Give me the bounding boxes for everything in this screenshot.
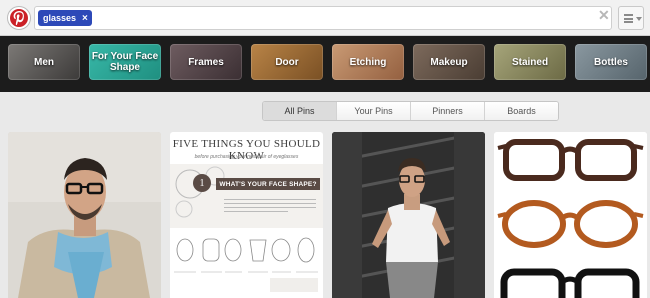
menu-icon — [624, 14, 633, 23]
step-number-badge: 1 — [193, 174, 211, 192]
category-men[interactable]: Men — [8, 44, 80, 80]
pin-eyeglasses[interactable] — [494, 132, 647, 298]
category-frames[interactable]: Frames — [170, 44, 242, 80]
search-token[interactable]: glasses × — [38, 10, 92, 26]
pinterest-logo-icon[interactable] — [8, 7, 30, 29]
search-token-label: glasses — [43, 13, 77, 23]
tab-label: All Pins — [284, 106, 315, 116]
category-label: Frames — [188, 56, 224, 68]
tab-label: Pinners — [432, 106, 463, 116]
category-label: Etching — [349, 56, 387, 68]
category-door[interactable]: Door — [251, 44, 323, 80]
menu-button[interactable] — [618, 6, 644, 30]
top-bar: glasses × ✕ — [0, 0, 650, 36]
face-shapes-diagram — [174, 237, 318, 292]
category-strip: Men For Your Face Shape Frames Door Etch… — [0, 36, 650, 92]
category-bottles[interactable]: Bottles — [575, 44, 647, 80]
pin-image — [8, 132, 161, 298]
category-stained[interactable]: Stained — [494, 44, 566, 80]
category-makeup[interactable]: Makeup — [413, 44, 485, 80]
infographic-subtitle: before purchasing your next pair of eyeg… — [194, 154, 299, 160]
infographic-paragraph — [224, 196, 316, 220]
category-label: Makeup — [430, 56, 468, 68]
pin-man-walking[interactable] — [332, 132, 485, 298]
chevron-down-icon — [636, 17, 642, 21]
category-label: Men — [34, 56, 54, 68]
pin-man-scarf[interactable] — [8, 132, 161, 298]
tab-your-pins[interactable]: Your Pins — [336, 102, 410, 120]
category-label: For Your Face Shape — [91, 51, 159, 73]
category-label: Door — [275, 56, 299, 68]
pin-image — [494, 132, 647, 298]
tab-all-pins[interactable]: All Pins — [263, 102, 336, 120]
tab-label: Boards — [507, 106, 536, 116]
clear-search-icon[interactable]: ✕ — [598, 8, 610, 22]
tab-boards[interactable]: Boards — [484, 102, 558, 120]
category-label: Bottles — [594, 56, 628, 68]
tab-pinners[interactable]: Pinners — [410, 102, 484, 120]
search-input[interactable]: glasses × — [34, 6, 612, 30]
category-etching[interactable]: Etching — [332, 44, 404, 80]
category-label: Stained — [511, 56, 549, 68]
pin-infographic[interactable]: FIVE THINGS YOU SHOULD KNOW before purch… — [170, 132, 323, 298]
category-face-shape[interactable]: For Your Face Shape — [89, 44, 161, 80]
token-remove-icon[interactable]: × — [82, 13, 88, 24]
filter-tabs: All Pins Your Pins Pinners Boards — [262, 101, 559, 121]
tab-label: Your Pins — [354, 106, 393, 116]
pinterest-p-glyph — [13, 11, 24, 25]
pin-image — [332, 132, 485, 298]
section-title: WHAT'S YOUR FACE SHAPE? — [216, 178, 320, 190]
